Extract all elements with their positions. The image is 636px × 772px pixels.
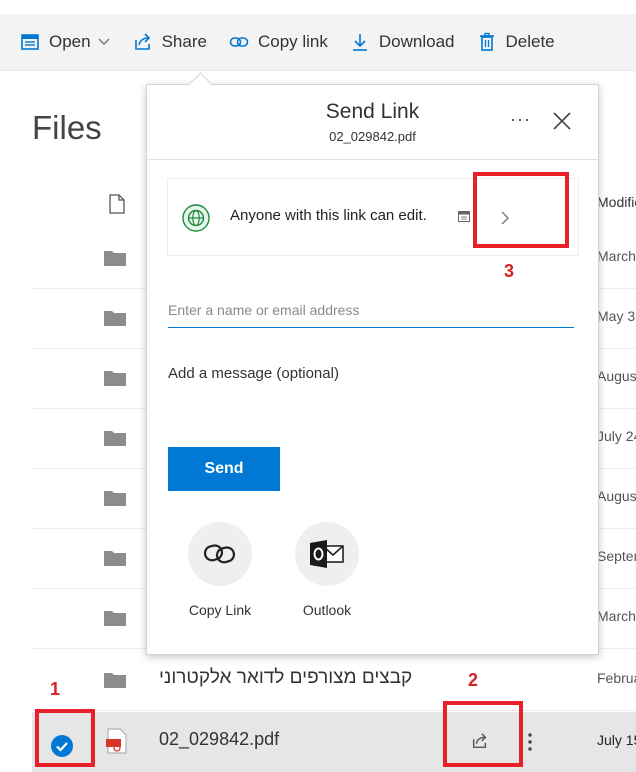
annotation-box-1 — [35, 709, 95, 767]
folder-icon — [104, 251, 126, 266]
copy-link-button[interactable]: Copy link — [229, 32, 328, 52]
copy-link-label: Copy Link — [188, 602, 252, 618]
recipient-email-input[interactable] — [168, 293, 574, 328]
globe-icon — [182, 204, 210, 232]
modified-date: March — [597, 608, 636, 624]
copy-link-circle[interactable] — [188, 522, 252, 586]
chevron-down-icon — [98, 38, 110, 45]
send-link-dialog: Send Link 02_029842.pdf ··· Anyone with … — [146, 84, 599, 655]
file-row-selected[interactable]: 02_029842.pdf July 15 — [32, 712, 636, 772]
modified-date: May 31 — [597, 308, 636, 324]
modified-date: August — [597, 368, 636, 384]
folder-icon — [104, 311, 126, 326]
modified-column-header[interactable]: Modified — [597, 194, 636, 210]
download-icon — [352, 34, 367, 51]
download-label: Download — [378, 32, 455, 51]
modified-date: July 24 — [597, 428, 636, 444]
modified-date: September — [597, 548, 636, 564]
message-input[interactable] — [168, 365, 574, 399]
pdf-file-icon — [106, 728, 127, 754]
file-name[interactable]: 02_029842.pdf — [159, 729, 279, 750]
outlook-option[interactable]: Outlook — [287, 522, 367, 618]
annotation-box-2 — [443, 701, 523, 767]
link-icon — [229, 37, 249, 47]
annotation-label-3: 3 — [504, 261, 515, 281]
permission-text: Anyone with this link can edit. — [230, 207, 427, 224]
close-icon[interactable] — [551, 110, 573, 132]
folder-icon — [104, 611, 126, 626]
modified-date: August — [597, 488, 636, 504]
download-button[interactable]: Download — [350, 32, 455, 52]
open-icon — [21, 34, 39, 50]
link-icon — [203, 544, 236, 564]
outlook-circle[interactable] — [295, 522, 359, 586]
modified-date: March — [597, 248, 636, 264]
share-icon — [134, 33, 150, 50]
outlook-icon — [310, 540, 344, 568]
annotation-label-1: 1 — [50, 679, 61, 699]
divider — [147, 159, 598, 160]
folder-icon — [104, 431, 126, 446]
modified-date: February — [597, 670, 636, 686]
page-title: Files — [32, 109, 102, 146]
delete-button[interactable]: Delete — [477, 32, 555, 52]
annotation-box-3 — [473, 172, 569, 248]
folder-icon — [104, 551, 126, 566]
folder-icon — [104, 491, 126, 506]
folder-icon — [104, 673, 126, 688]
trash-icon — [479, 32, 494, 51]
send-button[interactable]: Send — [168, 447, 280, 491]
file-name[interactable]: קבצים מצורפים לדואר אלקטרוני — [159, 667, 412, 689]
modified-date: July 15 — [597, 732, 636, 748]
annotation-label-2: 2 — [468, 670, 479, 690]
share-label: Share — [161, 32, 207, 51]
share-button[interactable]: Share — [133, 32, 207, 52]
more-options-icon[interactable] — [527, 732, 533, 752]
file-row[interactable]: קבצים מצורפים לדואר אלקטרוני February — [32, 650, 636, 711]
file-type-header-icon[interactable] — [109, 194, 125, 214]
open-button[interactable]: Open — [20, 32, 111, 52]
calendar-icon — [458, 211, 470, 222]
copy-link-label: Copy link — [257, 32, 328, 51]
copy-link-option[interactable]: Copy Link — [180, 522, 260, 618]
outlook-label: Outlook — [302, 602, 352, 618]
dialog-subtitle: 02_029842.pdf — [329, 129, 416, 144]
more-options-button[interactable]: ··· — [510, 109, 531, 130]
open-label: Open — [49, 32, 91, 51]
command-bar: Open Share Copy link Download Delete — [0, 14, 636, 71]
delete-label: Delete — [505, 32, 555, 51]
folder-icon — [104, 371, 126, 386]
